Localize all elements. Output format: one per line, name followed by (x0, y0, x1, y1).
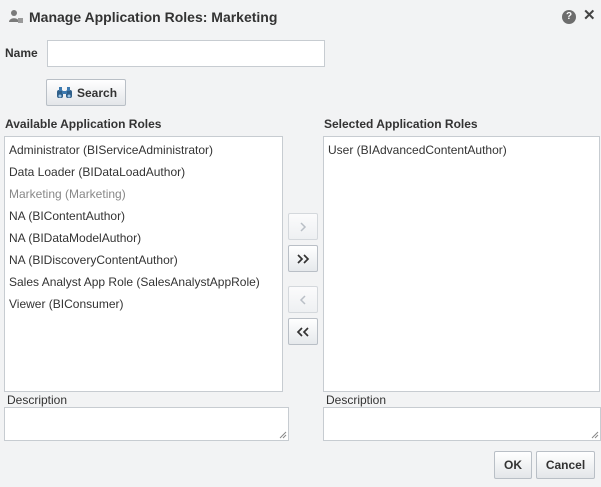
list-item[interactable]: NA (BIContentAuthor) (5, 205, 282, 227)
name-label: Name (5, 46, 38, 60)
resize-grip-icon[interactable] (279, 431, 287, 439)
remove-button[interactable] (288, 286, 318, 313)
list-item: Marketing (Marketing) (9, 187, 126, 201)
dialog-titlebar: Manage Application Roles: Marketing ? ✕ (0, 0, 601, 34)
list-item[interactable]: User (BIAdvancedContentAuthor) (324, 139, 599, 161)
available-roles-list[interactable]: Administrator (BIServiceAdministrator) D… (4, 136, 283, 392)
list-item[interactable]: NA (BIDiscoveryContentAuthor) (5, 249, 282, 271)
available-description-label: Description (7, 393, 68, 407)
ok-button[interactable]: OK (494, 451, 532, 479)
selected-description-field[interactable] (323, 407, 601, 441)
cancel-button[interactable]: Cancel (536, 451, 595, 479)
double-chevron-left-icon (296, 326, 309, 337)
name-input[interactable] (47, 40, 325, 67)
move-all-button[interactable] (288, 245, 318, 272)
resize-grip-icon[interactable] (591, 431, 599, 439)
available-description-field[interactable] (4, 407, 289, 441)
search-button-label: Search (77, 85, 118, 100)
selected-description-label: Description (326, 393, 387, 407)
binoculars-icon (57, 87, 72, 98)
dialog-title: Manage Application Roles: Marketing (29, 9, 278, 25)
chevron-right-icon (300, 221, 307, 232)
list-item[interactable]: NA (BIDataModelAuthor) (5, 227, 282, 249)
move-button[interactable] (288, 213, 318, 240)
roles-icon (9, 10, 23, 23)
chevron-left-icon (299, 294, 306, 305)
remove-all-button[interactable] (288, 318, 318, 345)
list-item[interactable]: Data Loader (BIDataLoadAuthor) (5, 161, 282, 183)
list-item[interactable]: Sales Analyst App Role (SalesAnalystAppR… (5, 271, 282, 293)
list-item[interactable]: Administrator (BIServiceAdministrator) (5, 139, 282, 161)
selected-roles-list[interactable]: User (BIAdvancedContentAuthor) (323, 136, 600, 392)
selected-roles-heading: Selected Application Roles (324, 117, 478, 131)
search-button[interactable]: Search (46, 79, 126, 106)
close-icon[interactable]: ✕ (583, 8, 596, 24)
list-item[interactable]: Viewer (BIConsumer) (5, 293, 282, 315)
available-roles-heading: Available Application Roles (5, 117, 162, 131)
help-icon[interactable]: ? (562, 10, 576, 24)
double-chevron-right-icon (297, 253, 310, 264)
